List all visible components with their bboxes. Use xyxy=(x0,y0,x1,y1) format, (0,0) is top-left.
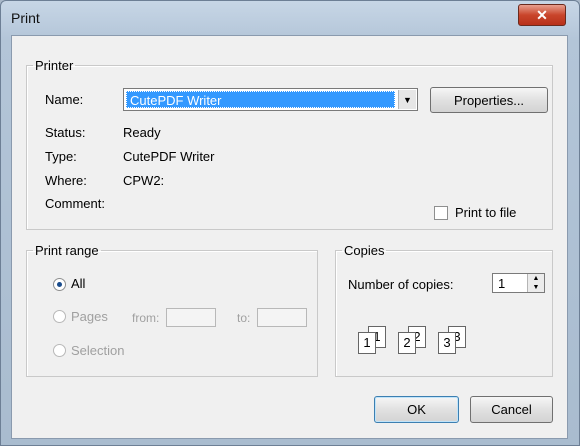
number-of-copies-label: Number of copies: xyxy=(348,277,454,292)
type-value: CutePDF Writer xyxy=(123,149,215,164)
pages-radio[interactable] xyxy=(53,310,66,323)
comment-label: Comment: xyxy=(45,196,105,211)
title-bar[interactable]: Print ✕ xyxy=(1,1,579,31)
close-icon: ✕ xyxy=(536,6,548,23)
all-label[interactable]: All xyxy=(71,276,85,291)
status-label: Status: xyxy=(45,125,86,140)
print-range-legend: Print range xyxy=(35,243,99,258)
ok-button[interactable]: OK xyxy=(374,396,459,423)
where-value: CPW2: xyxy=(123,173,165,188)
window-title: Print xyxy=(11,10,40,26)
copies-legend: Copies xyxy=(344,243,385,258)
print-dialog: Print ✕ Printer Name: CutePDF Writer ▼ P… xyxy=(0,0,580,446)
properties-button[interactable]: Properties... xyxy=(430,87,548,113)
copies-group: Copies xyxy=(335,243,553,377)
collate-page: 2 xyxy=(398,332,416,354)
collate-set-2-icon: 2 2 xyxy=(398,326,426,356)
close-button[interactable]: ✕ xyxy=(518,4,566,26)
copies-stepper[interactable]: 1 ▲ ▼ xyxy=(492,273,545,293)
printer-name-select[interactable]: CutePDF Writer ▼ xyxy=(123,88,418,111)
collate-set-3-icon: 3 3 xyxy=(438,326,466,356)
chevron-down-icon[interactable]: ▼ xyxy=(398,90,416,109)
to-input[interactable] xyxy=(257,308,307,327)
collate-page: 1 xyxy=(358,332,376,354)
spin-up-icon[interactable]: ▲ xyxy=(528,274,544,283)
all-radio[interactable] xyxy=(53,278,66,291)
collate-page: 3 xyxy=(438,332,456,354)
from-input[interactable] xyxy=(166,308,216,327)
pages-label[interactable]: Pages xyxy=(71,309,108,324)
cancel-button[interactable]: Cancel xyxy=(470,396,553,423)
printer-legend: Printer xyxy=(35,58,74,73)
stepper-buttons[interactable]: ▲ ▼ xyxy=(527,274,544,292)
printer-name-value: CutePDF Writer xyxy=(126,91,395,108)
status-value: Ready xyxy=(123,125,161,140)
collate-set-1-icon: 1 1 xyxy=(358,326,386,356)
copies-value: 1 xyxy=(498,276,506,291)
type-label: Type: xyxy=(45,149,77,164)
dialog-client: Printer Name: CutePDF Writer ▼ Propertie… xyxy=(11,35,568,439)
print-to-file-label[interactable]: Print to file xyxy=(455,205,516,220)
name-label: Name: xyxy=(45,92,84,107)
print-to-file-checkbox[interactable] xyxy=(434,206,448,220)
where-label: Where: xyxy=(45,173,87,188)
to-label: to: xyxy=(237,311,251,325)
selection-label[interactable]: Selection xyxy=(71,343,124,358)
spin-down-icon[interactable]: ▼ xyxy=(528,283,544,292)
selection-radio[interactable] xyxy=(53,344,66,357)
from-label: from: xyxy=(132,311,160,325)
